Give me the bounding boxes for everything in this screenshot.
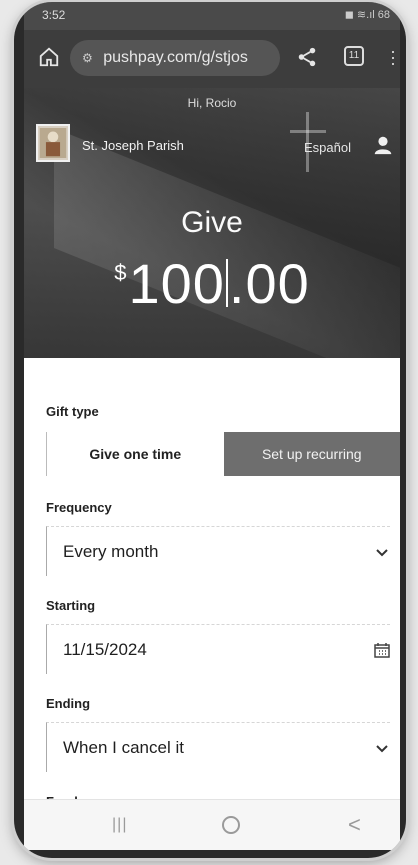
starting-date-field[interactable]: 11/15/2024: [46, 624, 390, 674]
page-title: Give: [181, 206, 243, 239]
parish-logo: [36, 124, 70, 162]
browser-toolbar: ⚙ pushpay.com/g/stjos 11 · · ·: [24, 30, 400, 88]
chevron-down-icon: [376, 744, 388, 752]
more-menu-icon[interactable]: · · ·: [390, 42, 396, 72]
starting-label: Starting: [46, 598, 96, 613]
tabs-icon[interactable]: 11: [344, 46, 364, 66]
language-link[interactable]: Español: [304, 140, 351, 155]
status-bar: 3:52 ◼ ≋.ıl 68: [24, 2, 400, 30]
starting-date-value: 11/15/2024: [63, 639, 147, 659]
amount-decimal: .00: [228, 252, 310, 315]
system-nav-bar: ||| <: [24, 799, 400, 850]
parish-name: St. Joseph Parish: [82, 138, 184, 153]
site-settings-icon[interactable]: ⚙: [82, 51, 93, 65]
text-cursor: [225, 259, 228, 307]
hero-banner: Hi, Rocio St. Joseph Parish Español Give…: [24, 88, 400, 358]
gift-type-toggle: Give one time Set up recurring: [46, 432, 400, 476]
greeting-text: Hi, Rocio: [187, 96, 237, 110]
gift-form: Gift type Give one time Set up recurring…: [24, 358, 400, 809]
back-button[interactable]: <: [348, 812, 361, 838]
url-text: pushpay.com/g/stjos: [103, 49, 248, 66]
frequency-select[interactable]: Every month: [46, 526, 390, 576]
share-icon[interactable]: [296, 46, 318, 68]
give-one-time-button[interactable]: Give one time: [46, 432, 224, 476]
frequency-value: Every month: [63, 541, 159, 561]
amount-whole: 100: [128, 252, 225, 315]
home-icon[interactable]: [38, 46, 60, 68]
cross-decoration-bar: [290, 130, 326, 133]
chevron-down-icon: [376, 548, 388, 556]
screen: 3:52 ◼ ≋.ıl 68 ⚙ pushpay.com/g/stjos 11 …: [24, 2, 400, 850]
status-time: 3:52: [42, 8, 66, 22]
user-account-icon[interactable]: [372, 134, 394, 156]
amount-input[interactable]: $100.00: [24, 256, 400, 312]
home-button[interactable]: [222, 816, 240, 834]
frequency-label: Frequency: [46, 500, 112, 515]
calendar-icon[interactable]: [374, 642, 390, 658]
currency-symbol: $: [114, 260, 127, 285]
set-up-recurring-button[interactable]: Set up recurring: [223, 432, 400, 476]
recent-apps-button[interactable]: |||: [112, 816, 127, 834]
status-icons: ◼ ≋.ıl 68: [344, 9, 390, 21]
background-image: [54, 128, 400, 358]
ending-value: When I cancel it: [63, 737, 184, 757]
gift-type-label: Gift type: [46, 404, 99, 419]
tab-count: 11: [348, 50, 360, 61]
phone-frame: 3:52 ◼ ≋.ıl 68 ⚙ pushpay.com/g/stjos 11 …: [14, 2, 406, 858]
ending-label: Ending: [46, 696, 91, 711]
ending-select[interactable]: When I cancel it: [46, 722, 390, 772]
address-bar[interactable]: ⚙ pushpay.com/g/stjos: [70, 40, 280, 76]
